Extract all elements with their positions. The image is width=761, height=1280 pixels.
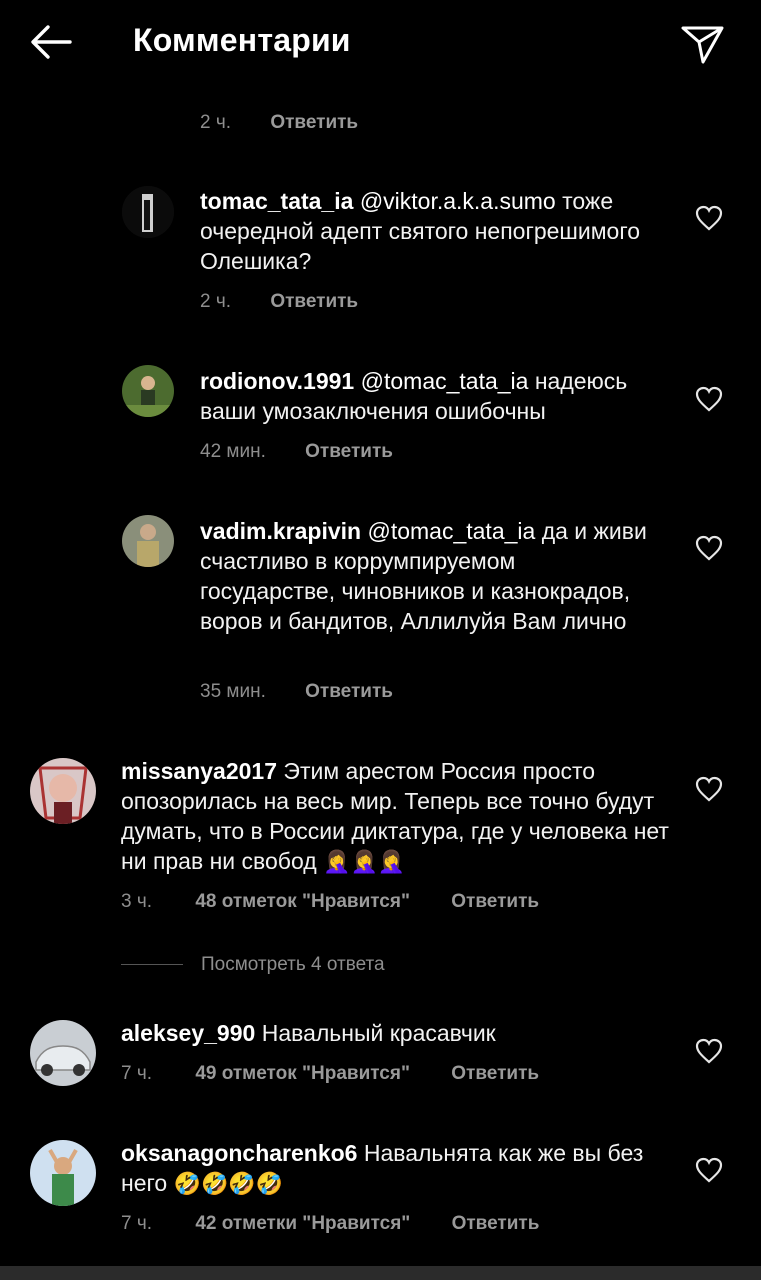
avatar[interactable] [122, 515, 174, 567]
reply-button[interactable]: Ответить [270, 112, 358, 133]
avatar[interactable] [30, 758, 96, 824]
comment-meta: 2 ч. Ответить [200, 291, 358, 313]
emoji: 🤦‍♀️🤦‍♀️🤦‍♀️ [323, 849, 406, 874]
comment-time: 7 ч. [121, 1063, 153, 1084]
comment-meta: 2 ч. Ответить [200, 112, 358, 134]
avatar[interactable] [30, 1020, 96, 1086]
username[interactable]: oksanagoncharenko6 [121, 1140, 357, 1166]
comment-text: oksanagoncharenko6 Навальнята как же вы … [121, 1138, 681, 1199]
emoji: 🤣🤣🤣🤣 [173, 1171, 284, 1196]
comment-text: tomac_tata_ia @viktor.a.k.a.sumo тоже оч… [200, 186, 640, 276]
comment-text: rodionov.1991 @tomac_tata_ia надеюсь ваш… [200, 366, 680, 426]
comment-time: 42 мин. [200, 441, 266, 462]
username[interactable]: tomac_tata_ia [200, 188, 353, 214]
back-button[interactable] [26, 22, 76, 62]
username[interactable]: rodionov.1991 [200, 368, 354, 394]
avatar[interactable] [30, 1140, 96, 1206]
reply-button[interactable]: Ответить [305, 681, 393, 702]
reply-button[interactable]: Ответить [305, 441, 393, 462]
arrow-left-icon [31, 25, 72, 59]
reply-button[interactable]: Ответить [270, 291, 358, 312]
mention[interactable]: @tomac_tata_ia [361, 368, 529, 394]
reply-button[interactable]: Ответить [452, 1213, 540, 1234]
username[interactable]: aleksey_990 [121, 1020, 255, 1046]
mention[interactable]: @tomac_tata_ia [367, 518, 535, 544]
comment-meta: 42 мин. Ответить [200, 441, 393, 463]
likes-count[interactable]: 48 отметок "Нравится" [195, 891, 410, 912]
view-replies-label: Посмотреть 4 ответа [201, 954, 385, 975]
page-title: Комментарии [133, 22, 351, 58]
avatar[interactable] [122, 186, 174, 238]
comment-meta: 3 ч. 48 отметок "Нравится" Ответить [121, 891, 539, 913]
username[interactable]: vadim.krapivin [200, 518, 361, 544]
bottom-bar [0, 1266, 761, 1280]
paper-plane-icon [681, 26, 724, 64]
username[interactable]: missanya2017 [121, 758, 277, 784]
heart-outline-icon[interactable] [695, 776, 723, 802]
heart-outline-icon[interactable] [695, 1157, 723, 1183]
comment-time: 2 ч. [200, 112, 232, 133]
comment-text: missanya2017 Этим арестом Россия просто … [121, 756, 681, 877]
comment-time: 35 мин. [200, 681, 266, 702]
likes-count[interactable]: 49 отметок "Нравится" [195, 1063, 410, 1084]
top-bar: Комментарии [0, 0, 761, 86]
send-button[interactable] [680, 22, 726, 66]
view-replies-button[interactable]: Посмотреть 4 ответа [121, 954, 385, 976]
comment-time: 2 ч. [200, 291, 232, 312]
heart-outline-icon[interactable] [695, 535, 723, 561]
reply-button[interactable]: Ответить [451, 1063, 539, 1084]
comment-time: 7 ч. [121, 1213, 153, 1234]
comment-body: Навальный красавчик [261, 1020, 496, 1046]
divider [121, 964, 183, 966]
comment-time: 3 ч. [121, 891, 153, 912]
reply-button[interactable]: Ответить [451, 891, 539, 912]
comment-text: vadim.krapivin @tomac_tata_ia да и живи … [200, 516, 650, 636]
heart-outline-icon[interactable] [695, 386, 723, 412]
mention[interactable]: @viktor.a.k.a.sumo [360, 188, 556, 214]
comment-text: aleksey_990 Навальный красавчик [121, 1018, 681, 1048]
avatar[interactable] [122, 365, 174, 417]
heart-outline-icon[interactable] [695, 205, 723, 231]
likes-count[interactable]: 42 отметки "Нравится" [195, 1213, 410, 1234]
comment-meta: 7 ч. 42 отметки "Нравится" Ответить [121, 1213, 539, 1235]
heart-outline-icon[interactable] [695, 1038, 723, 1064]
comment-meta: 7 ч. 49 отметок "Нравится" Ответить [121, 1063, 539, 1085]
comment-meta: 35 мин. Ответить [200, 681, 393, 703]
